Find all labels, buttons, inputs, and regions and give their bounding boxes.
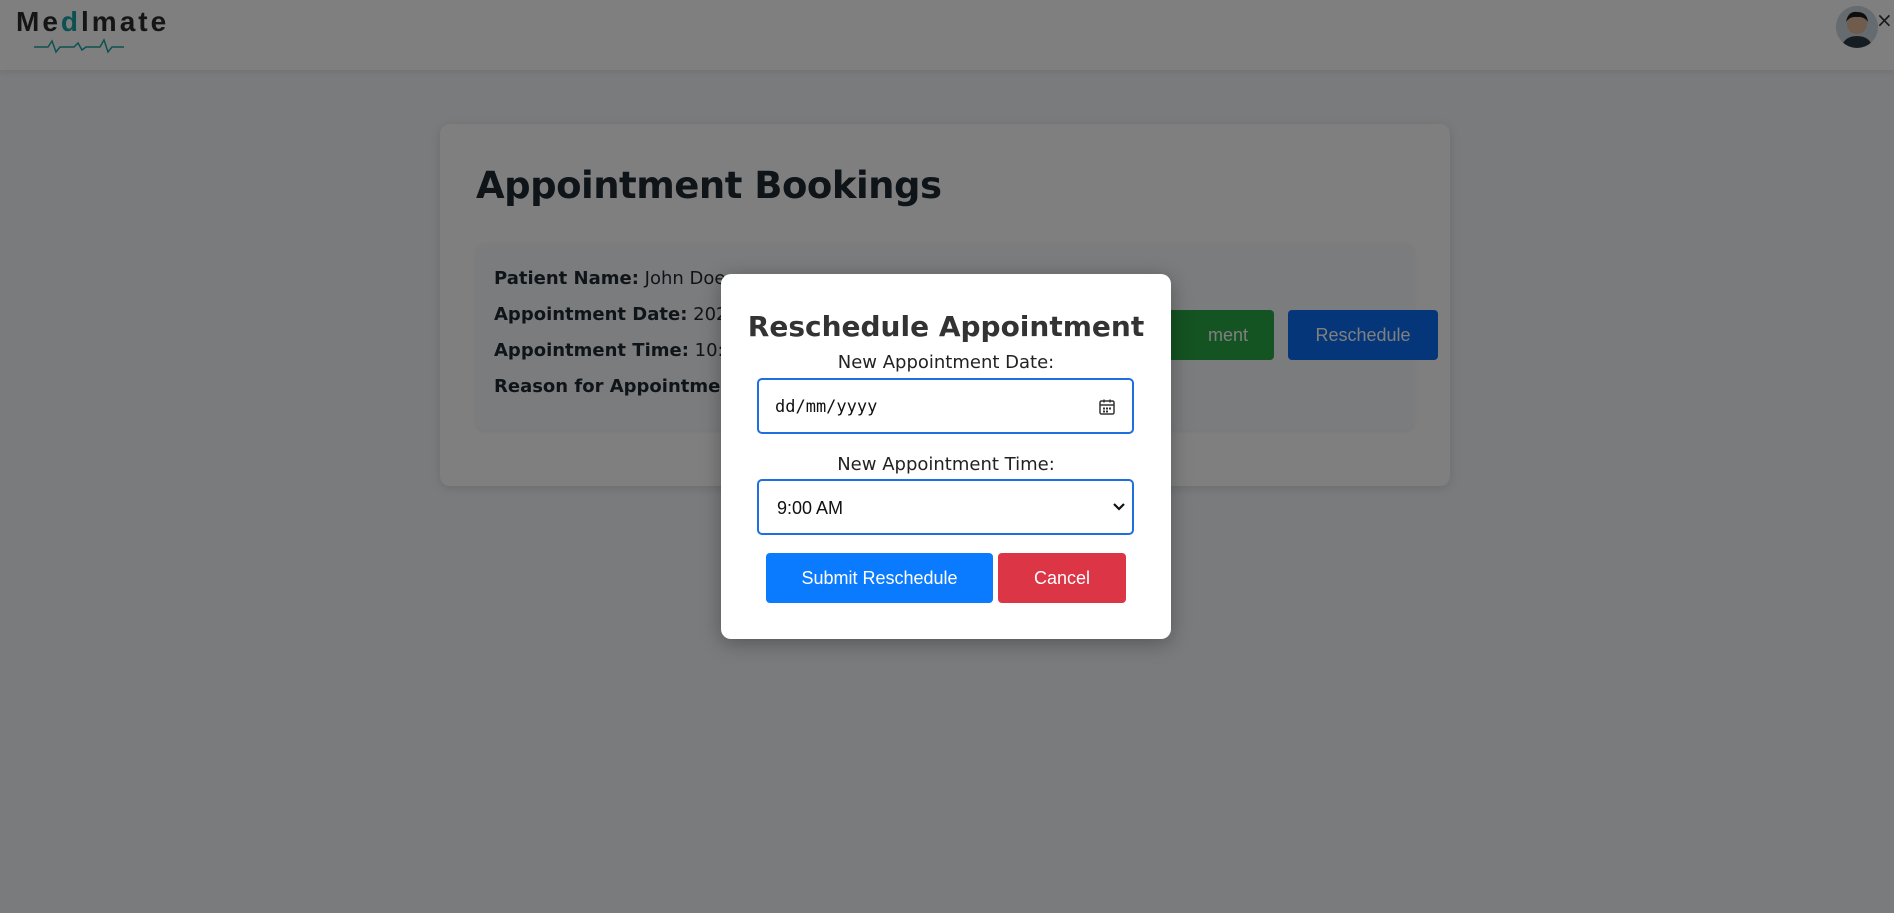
cancel-button[interactable]: Cancel (998, 553, 1126, 603)
new-time-select[interactable]: 9:00 AM (757, 479, 1134, 535)
chevron-down-icon (1113, 503, 1125, 511)
modal-title: Reschedule Appointment (747, 310, 1145, 343)
new-time-label: New Appointment Time: (837, 454, 1055, 475)
calendar-icon[interactable] (1098, 398, 1116, 416)
date-placeholder: dd/mm/yyyy (775, 397, 878, 417)
submit-reschedule-button[interactable]: Submit Reschedule (766, 553, 993, 603)
reschedule-modal: Reschedule Appointment New Appointment D… (721, 274, 1171, 639)
time-selected-value: 9:00 AM (777, 498, 844, 518)
new-date-label: New Appointment Date: (837, 352, 1055, 373)
new-date-input[interactable]: dd/mm/yyyy (757, 378, 1134, 434)
